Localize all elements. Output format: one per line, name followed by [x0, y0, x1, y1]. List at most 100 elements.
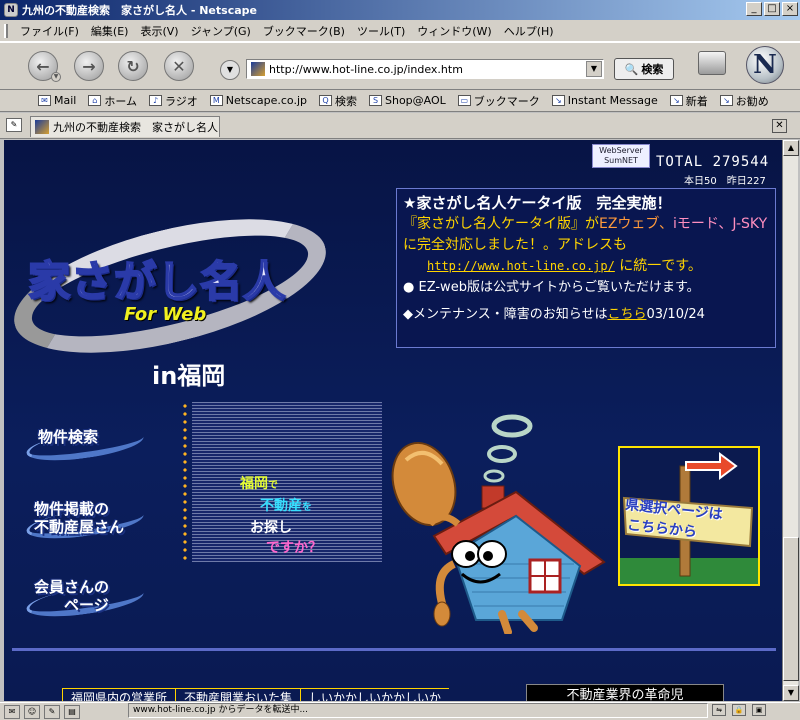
menu-help[interactable]: ヘルプ(H) — [504, 23, 554, 39]
bottom-link-offices[interactable]: 福岡県内の営業所 — [62, 688, 176, 701]
maintenance-link[interactable]: こちら — [607, 307, 646, 322]
bookmark-instant-message[interactable]: ↘ Instant Message — [548, 94, 662, 107]
window-titlebar: N 九州の不動産検索 家さがし名人 - Netscape _ □ × — [0, 0, 800, 20]
site-url-link[interactable]: http://www.hot-line.co.jp/ — [427, 259, 615, 273]
bookmark-netscape[interactable]: M Netscape.co.jp — [206, 94, 311, 107]
minimize-button[interactable]: _ — [746, 2, 762, 16]
bottom-link-opening[interactable]: 不動産開業おいた集 — [175, 688, 301, 701]
menu-bookmarks[interactable]: ブックマーク(B) — [263, 23, 345, 39]
bookmark-shop[interactable]: S Shop@AOL — [365, 94, 450, 107]
menu-go[interactable]: ジャンプ(G) — [191, 23, 251, 39]
toolbar-grip[interactable] — [4, 24, 8, 38]
news-text: は公式サイトからご覧いただけます。 — [479, 280, 700, 295]
members-page-button[interactable]: 会員さんの ページ — [24, 570, 146, 623]
dotted-divider — [182, 402, 188, 562]
netscape-throbber-icon[interactable]: N — [746, 46, 784, 84]
url-field[interactable]: http://www.hot-line.co.jp/index.htm ▼ — [246, 59, 604, 79]
forward-button[interactable]: → — [74, 51, 104, 81]
scroll-thumb[interactable] — [783, 537, 799, 681]
navigation-toolbar: ← ▼ → ↻ ✕ ▼ http://www.hot-line.co.jp/ind… — [0, 42, 800, 90]
stop-icon: ✕ — [172, 56, 186, 76]
site-logo[interactable]: 家さがし名人 For Web — [4, 192, 346, 380]
industry-banner[interactable]: 不動産業界の革命児 — [526, 684, 724, 701]
my-netscape-icon: M — [209, 95, 223, 106]
menu-file[interactable]: ファイル(F) — [20, 23, 79, 39]
vertical-scrollbar[interactable]: ▲ ▼ — [782, 140, 799, 701]
back-arrow-icon: ← — [36, 56, 50, 76]
tab-label: 九州の不動産検索 家さがし名人 — [53, 121, 218, 134]
tagline: 福岡で 不動産を お探し ですか？ — [240, 476, 322, 556]
url-text: http://www.hot-line.co.jp/index.htm — [269, 62, 463, 76]
close-tab-button[interactable]: ✕ — [772, 119, 787, 133]
bookmark-bookmarks[interactable]: ▭ ブックマーク — [454, 93, 544, 109]
folder-icon: ▭ — [457, 95, 471, 106]
horizontal-rule — [12, 648, 776, 651]
url-dropdown-button[interactable]: ▼ — [586, 61, 602, 77]
back-button[interactable]: ← ▼ — [28, 51, 61, 82]
news-date: 03/10/24 — [646, 307, 705, 322]
link-icon: ↘ — [669, 95, 683, 106]
property-search-button[interactable]: 物件検索 — [24, 414, 146, 467]
bookmark-search[interactable]: Q 検索 — [315, 93, 361, 109]
mail-status-icon[interactable]: ✉ — [4, 704, 20, 719]
tab-favicon-icon — [35, 120, 49, 134]
bookmark-whats-new[interactable]: ↘ 新着 — [666, 93, 712, 109]
bottom-link-misc[interactable]: しいかかしいかかしいか — [300, 688, 450, 701]
webserver-badge[interactable]: WebServer SumNET — [592, 144, 650, 168]
popup-icon[interactable]: ▣ — [752, 704, 766, 716]
status-icons: ⇋ 🔒 ▣ — [712, 704, 766, 716]
reload-button[interactable]: ↻ — [118, 51, 148, 81]
history-dropdown-button[interactable]: ▼ — [220, 60, 240, 80]
menu-tools[interactable]: ツール(T) — [357, 23, 405, 39]
news-text: に完全対応しました！。アドレスも — [403, 237, 627, 253]
security-lock-icon[interactable]: 🔒 — [732, 704, 746, 716]
tab-bar: ✎ 九州の不動産検索 家さがし名人 ✕ — [0, 113, 800, 139]
search-button-label: 検索 — [641, 63, 664, 76]
close-button[interactable]: × — [782, 2, 798, 16]
site-favicon-icon — [251, 62, 265, 76]
bookmark-recommended[interactable]: ↘ お勧め — [716, 93, 773, 109]
logo-subtitle: For Web — [124, 304, 207, 325]
stop-button[interactable]: ✕ — [164, 51, 194, 81]
home-icon: ⌂ — [88, 95, 102, 106]
access-counter-daily: 本日50 昨日227 — [684, 176, 766, 187]
scroll-up-icon[interactable]: ▲ — [783, 140, 799, 156]
print-icon[interactable] — [698, 51, 726, 75]
news-text: 『家さがし名人ケータイ版』が — [403, 216, 599, 232]
property-search-label: 物件検索 — [38, 428, 99, 446]
new-tab-icon[interactable]: ✎ — [6, 118, 22, 132]
radio-icon: ♪ — [149, 95, 163, 106]
prefecture-select-link[interactable]: 県選択ページは こちらから — [618, 446, 760, 586]
access-counter-total: TOTAL 279544 — [656, 154, 770, 170]
bookmark-mail[interactable]: ✉ Mail — [34, 94, 80, 107]
personal-toolbar: ✉ Mail ⌂ ホーム ♪ ラジオ M Netscape.co.jp Q 検索 S Sho… — [0, 90, 800, 112]
composer-icon[interactable]: ✎ — [44, 704, 60, 719]
menu-view[interactable]: 表示(V) — [140, 23, 178, 39]
region-heading: in福岡 — [152, 362, 226, 390]
magnifier-icon: 🔍 — [624, 62, 639, 76]
news-box: ★家さがし名人ケータイ版 完全実施！ 『家さがし名人ケータイ版』がEZウェブ、i… — [396, 188, 776, 348]
back-history-dropdown[interactable]: ▼ — [51, 72, 61, 82]
link-icon: ↘ — [719, 95, 733, 106]
address-book-icon[interactable]: ▤ — [64, 704, 80, 719]
bookmark-home[interactable]: ⌂ ホーム — [84, 93, 141, 109]
logo-title: 家さがし名人 — [27, 256, 287, 307]
listing-agents-button[interactable]: 物件掲載の 不動産屋さん — [24, 492, 146, 545]
bookmark-radio[interactable]: ♪ ラジオ — [145, 93, 202, 109]
tab-active[interactable]: 九州の不動産検索 家さがし名人 — [30, 116, 220, 137]
news-text: ◆メンテナンス・障害のお知らせは — [403, 307, 608, 322]
search-button[interactable]: 🔍 検索 — [614, 58, 674, 80]
aim-status-icon[interactable]: ☺ — [24, 704, 40, 719]
connection-icon[interactable]: ⇋ — [712, 704, 726, 716]
status-text: www.hot-line.co.jp からデータを転送中... — [128, 703, 708, 718]
menu-window[interactable]: ウィンドウ(W) — [417, 23, 491, 39]
news-text: iモード、J-SKY — [673, 216, 768, 232]
shop-icon: S — [369, 95, 382, 106]
netscape-app-icon: N — [4, 3, 18, 17]
scroll-down-icon[interactable]: ▼ — [783, 685, 799, 701]
window-title: 九州の不動産検索 家さがし名人 - Netscape — [22, 4, 257, 17]
menu-bar: ファイル(F) 編集(E) 表示(V) ジャンプ(G) ブックマーク(B) ツー… — [0, 20, 800, 42]
menu-edit[interactable]: 編集(E) — [91, 23, 129, 39]
maximize-button[interactable]: □ — [764, 2, 780, 16]
news-text: ● EZ-web版 — [403, 280, 480, 295]
